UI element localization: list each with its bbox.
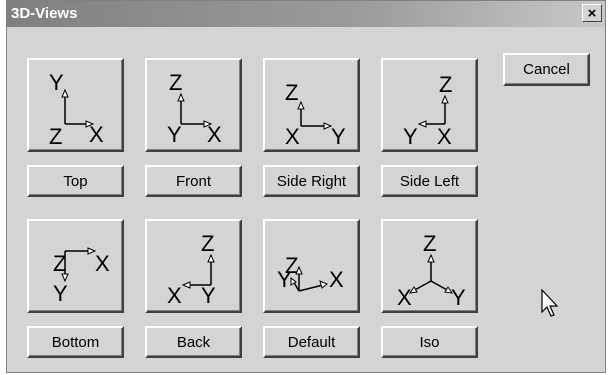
side-left-view-label: Side Left [399, 172, 460, 190]
title-bar[interactable]: 3D-Views × [7, 1, 605, 27]
side-left-view-button[interactable]: Side Left [381, 165, 478, 197]
cancel-label: Cancel [523, 61, 570, 78]
front-view-axes-icon: Z Y X [167, 70, 222, 147]
axis-label: Z [439, 72, 452, 97]
cancel-button[interactable]: Cancel [503, 53, 590, 86]
axis-label: X [89, 122, 104, 147]
iso-view-label: Iso [419, 333, 440, 351]
axis-label: Y [53, 281, 68, 306]
side-left-view-icon-button[interactable]: Z Y X [381, 58, 478, 152]
axis-label: Y [167, 122, 182, 147]
top-view-label: Top [63, 172, 88, 190]
axis-label: X [437, 124, 452, 149]
back-view-axes-icon: Z X Y [167, 231, 216, 308]
axis-label: Y [201, 283, 216, 308]
axis-label: Y [403, 124, 418, 149]
axis-label: Z [49, 124, 62, 149]
axis-label: X [167, 283, 182, 308]
axis-label: Y [49, 70, 64, 95]
close-icon: × [587, 4, 597, 22]
default-view-label: Default [287, 333, 336, 351]
axis-label: Z [169, 70, 182, 95]
side-right-view-axes-icon: Z X Y [285, 80, 346, 149]
axis-label: X [329, 267, 344, 292]
default-view-axes-icon: Y Z X [277, 253, 344, 292]
axis-label: Y [331, 124, 346, 149]
default-view-icon-button[interactable]: Y Z X [263, 219, 360, 313]
bottom-view-icon-button[interactable]: Z X Y [27, 219, 124, 313]
axis-label: Y [451, 285, 466, 310]
side-right-view-button[interactable]: Side Right [263, 165, 360, 197]
side-left-view-axes-icon: Z Y X [403, 72, 452, 149]
axis-label: X [207, 122, 222, 147]
axis-label: X [397, 285, 412, 310]
front-view-label: Front [175, 172, 211, 190]
side-right-view-label: Side Right [276, 172, 347, 190]
axis-label: X [95, 251, 110, 276]
close-button[interactable]: × [582, 4, 602, 22]
front-view-button[interactable]: Front [145, 165, 242, 197]
iso-view-axes-icon: Z X Y [397, 231, 466, 310]
back-view-icon-button[interactable]: Z X Y [145, 219, 242, 313]
front-view-icon-button[interactable]: Z Y X [145, 58, 242, 152]
3d-views-dialog: 3D-Views × Y Z X Z Y X Z X Y Z Y X Top F… [6, 0, 606, 373]
bottom-view-button[interactable]: Bottom [27, 326, 124, 358]
default-view-button[interactable]: Default [263, 326, 360, 358]
bottom-view-label: Bottom [51, 333, 100, 351]
window-title: 3D-Views [11, 5, 78, 22]
axis-label: Z [423, 231, 436, 256]
bottom-view-axes-icon: Z X Y [53, 247, 110, 306]
top-view-icon-button[interactable]: Y Z X [27, 58, 124, 152]
axis-label: Z [201, 231, 214, 256]
axis-label: X [285, 124, 300, 149]
iso-view-icon-button[interactable]: Z X Y [381, 219, 478, 313]
side-right-view-icon-button[interactable]: Z X Y [263, 58, 360, 152]
top-view-axes-icon: Y Z X [49, 70, 104, 149]
mouse-pointer-icon [541, 289, 559, 317]
axis-label: Z [285, 80, 298, 105]
back-view-button[interactable]: Back [145, 326, 242, 358]
top-view-button[interactable]: Top [27, 165, 124, 197]
back-view-label: Back [176, 333, 211, 351]
iso-view-button[interactable]: Iso [381, 326, 478, 358]
